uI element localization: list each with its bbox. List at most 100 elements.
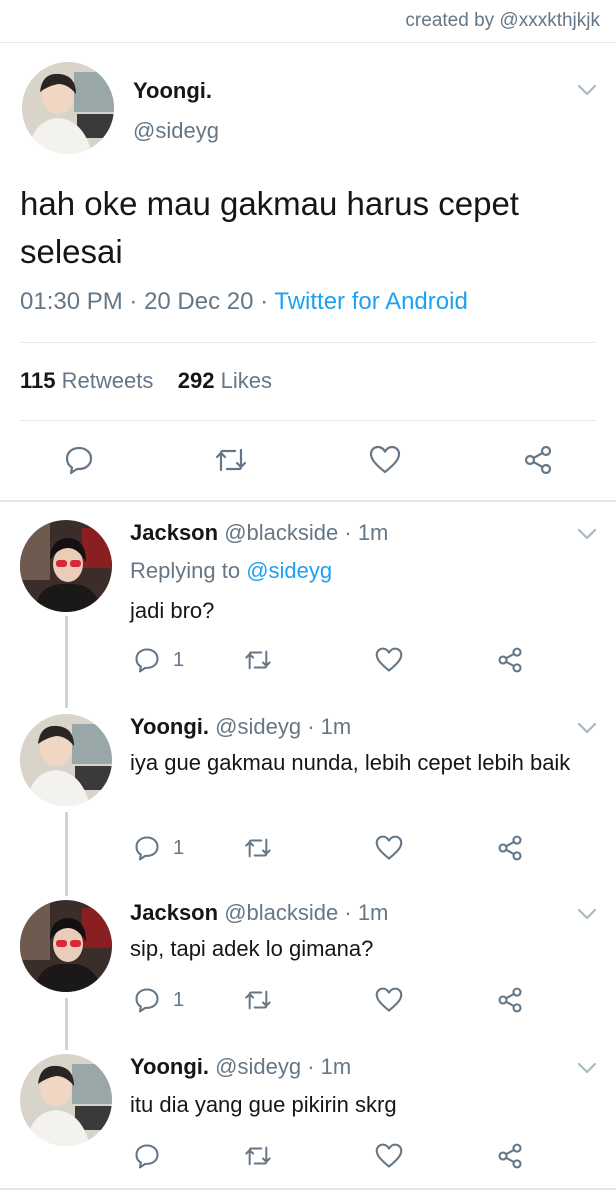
retweet-button[interactable] [243, 646, 273, 674]
replying-to-label: Replying to [130, 558, 241, 583]
avatar-photo-jackson [20, 900, 112, 992]
reply-author-name[interactable]: Yoongi. [130, 1054, 209, 1079]
avatar[interactable] [20, 714, 112, 806]
retweet-button[interactable] [213, 444, 249, 476]
reply-author-handle[interactable]: @sideyg [215, 1054, 301, 1079]
author-handle[interactable]: @sideyg [133, 118, 219, 144]
tweet-meta: 01:30 PM · 20 Dec 20 · Twitter for Andro… [20, 288, 468, 316]
retweet-icon [245, 1146, 271, 1166]
likes-stat[interactable]: 292 Likes [178, 368, 272, 393]
heart-icon [369, 445, 401, 474]
reply-button[interactable]: 1 [133, 834, 184, 862]
avatar[interactable] [22, 62, 114, 154]
reply-icon [65, 446, 93, 475]
retweet-button[interactable] [243, 834, 273, 862]
reply-button[interactable] [63, 444, 95, 476]
avatar[interactable] [20, 520, 112, 612]
chevron-down-icon[interactable] [575, 904, 599, 924]
reply-time: 1m [320, 1054, 352, 1079]
tweet-stats: 115 Retweets 292 Likes [20, 368, 272, 394]
divider [20, 342, 596, 343]
meta-separator: · [301, 1054, 321, 1079]
reply-icon [135, 988, 159, 1013]
like-button[interactable] [374, 646, 404, 674]
share-icon [498, 647, 522, 673]
chevron-down-icon[interactable] [575, 524, 599, 544]
reply-text: iya gue gakmau nunda, lebih cepet lebih … [130, 750, 571, 775]
tweet-text: hah oke mau gakmau harus cepet selesai [20, 185, 519, 270]
reply-author-handle[interactable]: @sideyg [215, 714, 301, 739]
replying-to: Replying to @sideyg [130, 558, 332, 584]
share-icon [524, 445, 552, 475]
like-button[interactable] [374, 1142, 404, 1170]
reply-author-handle[interactable]: @blackside [224, 900, 338, 925]
divider [0, 1188, 616, 1190]
reply-icon [135, 1144, 159, 1169]
reply-button[interactable]: 1 [133, 986, 184, 1014]
retweet-icon [245, 650, 271, 670]
like-count: 292 [177, 368, 215, 393]
divider [0, 500, 616, 502]
avatar[interactable] [20, 900, 112, 992]
like-button[interactable] [374, 834, 404, 862]
reply-text: jadi bro? [130, 598, 215, 623]
chevron-down-icon[interactable] [575, 718, 599, 738]
heart-icon [375, 1143, 403, 1168]
avatar[interactable] [20, 1054, 112, 1146]
avatar-photo-yoongi [22, 62, 114, 154]
share-button[interactable] [522, 444, 554, 476]
reply-button[interactable]: 1 [133, 646, 184, 674]
chevron-down-icon[interactable] [575, 80, 599, 100]
meta-separator: · [301, 714, 321, 739]
reply-header: Yoongi. @sideyg · 1m [130, 714, 351, 740]
reply-icon [135, 648, 159, 673]
reply-header: Jackson @blackside · 1m [130, 520, 388, 546]
reply-count: 1 [173, 836, 185, 859]
author-name[interactable]: Yoongi. [133, 78, 212, 104]
avatar-photo-yoongi [20, 1054, 112, 1146]
retweet-icon [245, 990, 271, 1010]
divider [20, 420, 596, 421]
retweets-stat[interactable]: 115 Retweets [20, 368, 153, 393]
reply-author-name[interactable]: Jackson [130, 900, 218, 925]
chevron-down-icon[interactable] [575, 1058, 599, 1078]
reply-time: 1m [357, 900, 389, 925]
reply-author-name[interactable]: Yoongi. [130, 714, 209, 739]
share-icon [498, 987, 522, 1013]
creator-credit: created by @xxxkthjkjk [405, 10, 600, 31]
heart-icon [375, 987, 403, 1012]
reply-time: 1m [357, 520, 389, 545]
reply-count: 1 [173, 988, 185, 1011]
reply-header: Yoongi. @sideyg · 1m [130, 1054, 351, 1080]
reply-count: 1 [173, 648, 185, 671]
like-button[interactable] [374, 986, 404, 1014]
meta-separator: · [338, 900, 358, 925]
heart-icon [375, 835, 403, 860]
thread-line [65, 812, 68, 896]
share-button[interactable] [496, 986, 524, 1014]
retweet-icon [245, 838, 271, 858]
reply-button[interactable] [133, 1142, 173, 1170]
avatar-photo-yoongi [20, 714, 112, 806]
meta-separator: · [122, 288, 145, 315]
share-icon [498, 835, 522, 861]
reply-text: itu dia yang gue pikirin skrg [130, 1092, 397, 1117]
share-button[interactable] [496, 834, 524, 862]
replying-to-handle[interactable]: @sideyg [246, 558, 332, 583]
tweet-time: 01:30 PM [20, 288, 123, 315]
tweet-source-link[interactable]: Twitter for Android [274, 288, 467, 315]
retweet-icon [215, 448, 247, 472]
reply-author-name[interactable]: Jackson [130, 520, 218, 545]
reply-header: Jackson @blackside · 1m [130, 900, 388, 926]
reply-text: sip, tapi adek lo gimana? [130, 936, 374, 961]
thread-line [65, 616, 68, 708]
meta-separator: · [338, 520, 358, 545]
share-button[interactable] [496, 1142, 524, 1170]
reply-author-handle[interactable]: @blackside [224, 520, 338, 545]
retweet-button[interactable] [243, 986, 273, 1014]
retweet-button[interactable] [243, 1142, 273, 1170]
share-button[interactable] [496, 646, 524, 674]
share-icon [498, 1143, 522, 1169]
thread-line [65, 998, 68, 1050]
like-button[interactable] [368, 444, 402, 476]
